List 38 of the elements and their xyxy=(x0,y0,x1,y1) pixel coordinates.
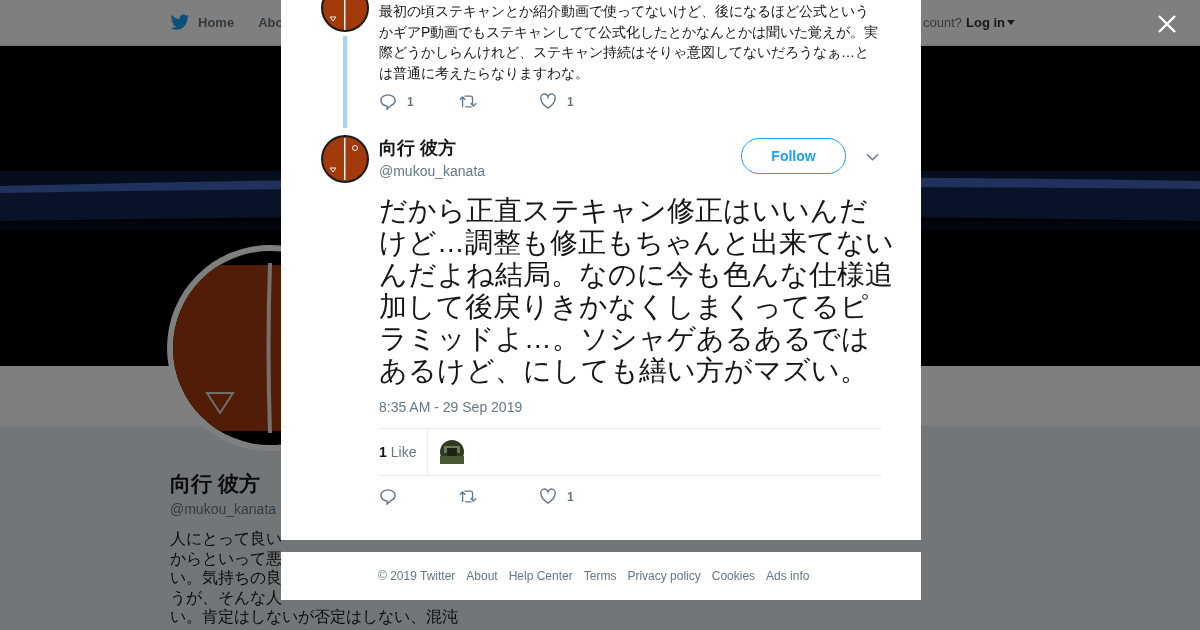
footer-link[interactable]: Ads info xyxy=(766,569,810,583)
retweet-icon xyxy=(459,488,477,505)
bio-line: い。肯定はしないが否定はしない、混沌 xyxy=(170,607,458,627)
account-prompt: count? xyxy=(922,15,962,30)
reply-text: 最初の頃ステキャンとか紹介動画で使ってないけど、後になるほど公式というかギアP動画でもステキャンしてて公式化したとかなんとかは聞いた覚えが。実際どうかしらんけれど、ステキャン持続はそりゃ意図してないだろうなぁ…とは普通に考えたらなりますわな。 xyxy=(379,2,880,83)
reply-button[interactable]: 1 xyxy=(379,93,459,110)
like-button[interactable]: 1 xyxy=(539,488,619,505)
footer-link[interactable]: About xyxy=(466,569,498,583)
close-icon[interactable] xyxy=(1158,15,1176,33)
likes-count[interactable]: 1 Like xyxy=(379,429,429,475)
like-button[interactable]: 1 xyxy=(539,93,619,110)
follow-button[interactable]: Follow xyxy=(741,138,846,174)
speech-bubble-icon xyxy=(379,93,397,110)
tweet-text: だから正直ステキャン修正はいいんだ けど…調整も修正もちゃんと出来てない んだよね結局。なのに今も色んな仕様追 加して後戻りきかなくしまくってるピ ラミッドよ…。ソシャゲあるあるでは あるけど、にしても繕い方がマズい。 xyxy=(379,195,894,387)
bio-line: 人にとって良い xyxy=(170,529,282,549)
heart-icon xyxy=(539,93,557,110)
login-link[interactable]: Log in xyxy=(966,15,1015,30)
chevron-icon[interactable] xyxy=(866,153,879,161)
footer-link[interactable]: Terms xyxy=(583,569,617,583)
profile-handle: @mukou_kanata xyxy=(170,501,277,517)
footer-link[interactable]: Privacy policy xyxy=(627,569,701,583)
author-handle: @mukou_kanata xyxy=(379,163,487,179)
bio-line: からといって悪 xyxy=(170,548,282,568)
retweet-icon xyxy=(459,93,477,110)
footer-link[interactable]: © 2019 Twitter xyxy=(378,569,456,583)
bio-line: い。気持ちの良 xyxy=(170,568,282,588)
footer-link[interactable]: Help Center xyxy=(508,569,573,583)
speech-bubble-icon xyxy=(379,488,397,505)
footer-link[interactable]: Cookies xyxy=(711,569,756,583)
profile-name: 向行 彼方 xyxy=(170,471,260,497)
avatar-drawing xyxy=(321,135,369,183)
bio-line: うが、そんな人 xyxy=(170,587,282,607)
bird-icon xyxy=(170,14,190,31)
caret-icon xyxy=(1007,20,1015,25)
nav-link[interactable]: Home xyxy=(198,15,235,30)
heart-icon xyxy=(539,488,557,505)
tweet-timestamp[interactable]: 8:35 AM - 29 Sep 2019 xyxy=(379,399,523,415)
author-name: 向行 彼方 xyxy=(379,137,457,160)
